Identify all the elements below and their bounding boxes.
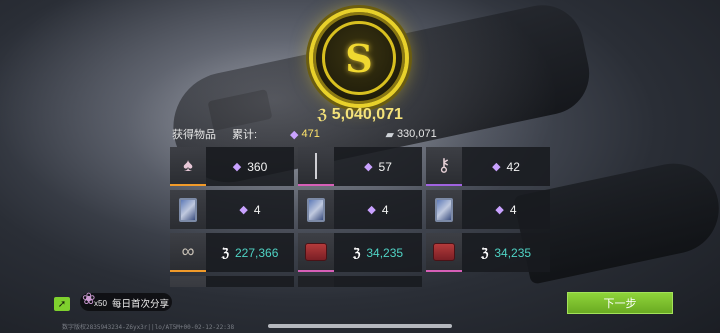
gem-icon: ◆ (495, 204, 504, 216)
share-reward-count: x50 (94, 299, 107, 308)
reward-amount: ℨ 34,235 (334, 246, 422, 260)
currency-icon: ℨ (317, 107, 328, 123)
card-icon (179, 197, 197, 222)
box-icon (177, 286, 199, 287)
coin-emblem-letter: S (322, 21, 396, 95)
reward-cell[interactable]: ◆ 4 (298, 190, 422, 229)
reward-value: 227,366 (235, 245, 279, 260)
total-value: 5,040,071 (331, 106, 403, 123)
cumulative-label: 累计: (232, 129, 258, 141)
reward-amount: ◆ 57 (334, 160, 422, 174)
reward-value: 42 (506, 159, 520, 174)
home-indicator[interactable] (268, 324, 452, 328)
card-icon (435, 197, 453, 222)
item-thumbnail (426, 190, 462, 229)
reward-value: 4 (253, 202, 261, 217)
reward-amount: ◆ 4 (206, 203, 294, 217)
coin-emblem: S (309, 8, 409, 108)
item-thumbnail (170, 190, 206, 229)
item-thumbnail (298, 190, 334, 229)
box-icon (433, 242, 455, 261)
reward-cell[interactable]: ℨ 34,235 (426, 233, 550, 272)
reward-value: 34,235 (494, 245, 532, 260)
wire-icon (315, 152, 317, 179)
reward-cell[interactable] (170, 276, 294, 287)
daily-share-button[interactable]: ❀ x50 每日首次分享 (80, 291, 172, 311)
share-icon[interactable]: ➚ (54, 297, 70, 311)
gem-icon: ◆ (364, 161, 373, 173)
item-thumbnail (170, 276, 206, 287)
reward-grid: ♠ ◆ 360 ◆ 57 ⚷ ◆ 42 ◆ 4 ◆ 4 ◆ 4 ∞ ℨ 227,366 ℨ 34,235 ℨ 34,23… (170, 147, 550, 287)
next-step-button[interactable]: 下一步 (567, 292, 673, 314)
item-thumbnail: ⚷ (426, 147, 462, 186)
reward-amount: ◆ 42 (462, 160, 550, 174)
reward-cell[interactable]: ∞ ℨ 227,366 (170, 233, 294, 272)
summary-row: 获得物品 累计: ◆ 471 ▰ 330,071 (172, 126, 552, 142)
reward-cell[interactable]: ◆ 4 (426, 190, 550, 229)
reward-cell[interactable]: ℨ 34,235 (298, 233, 422, 272)
silver-icon: ▰ (385, 128, 394, 141)
item-thumbnail (298, 233, 334, 272)
reward-amount: ℨ 227,366 (206, 246, 294, 260)
item-thumbnail (298, 276, 334, 287)
reward-value: 360 (247, 159, 268, 174)
reward-value: 34,235 (366, 245, 404, 260)
obtained-items-label: 获得物品 (172, 129, 216, 141)
share-label: 每日首次分享 (112, 299, 170, 310)
item-thumbnail: ♠ (170, 147, 206, 186)
key-icon: ⚷ (437, 155, 451, 175)
gem-icon: ◆ (290, 128, 299, 141)
reward-value: 4 (381, 202, 389, 217)
reward-amount: ◆ 4 (462, 203, 550, 217)
rope-icon: ∞ (181, 241, 195, 261)
item-thumbnail (426, 233, 462, 272)
reward-cell[interactable]: ◆ 57 (298, 147, 422, 186)
box-icon (305, 242, 327, 261)
currency-icon: ℨ (352, 245, 361, 260)
copyright-footer: 数字版权2835943234-Z6yx3r||lo/AT5M+00-02-12-… (62, 324, 235, 331)
reward-amount: ℨ 34,235 (462, 246, 550, 260)
cumulative-gem-value: 471 (301, 128, 320, 140)
reward-value: 4 (509, 202, 517, 217)
currency-icon: ℨ (480, 245, 489, 260)
card-icon (307, 197, 325, 222)
item-thumbnail (298, 147, 334, 186)
reward-amount: ◆ 4 (334, 203, 422, 217)
gem-icon: ◆ (239, 204, 248, 216)
reward-amount: ◆ 360 (206, 160, 294, 174)
reward-cell[interactable]: ⚷ ◆ 42 (426, 147, 550, 186)
reward-cell[interactable] (298, 276, 422, 287)
currency-icon: ℨ (221, 245, 229, 260)
cumulative-silver-value: 330,071 (396, 128, 437, 140)
reward-cell[interactable]: ◆ 4 (170, 190, 294, 229)
item-thumbnail: ∞ (170, 233, 206, 272)
figure-icon: ♠ (183, 155, 193, 175)
gem-icon: ◆ (492, 161, 501, 173)
reward-cell[interactable]: ♠ ◆ 360 (170, 147, 294, 186)
gem-icon: ◆ (232, 161, 242, 173)
reward-value: 57 (378, 159, 392, 174)
total-currency: ℨ 5,040,071 (0, 106, 720, 124)
gem-icon: ◆ (367, 204, 376, 216)
